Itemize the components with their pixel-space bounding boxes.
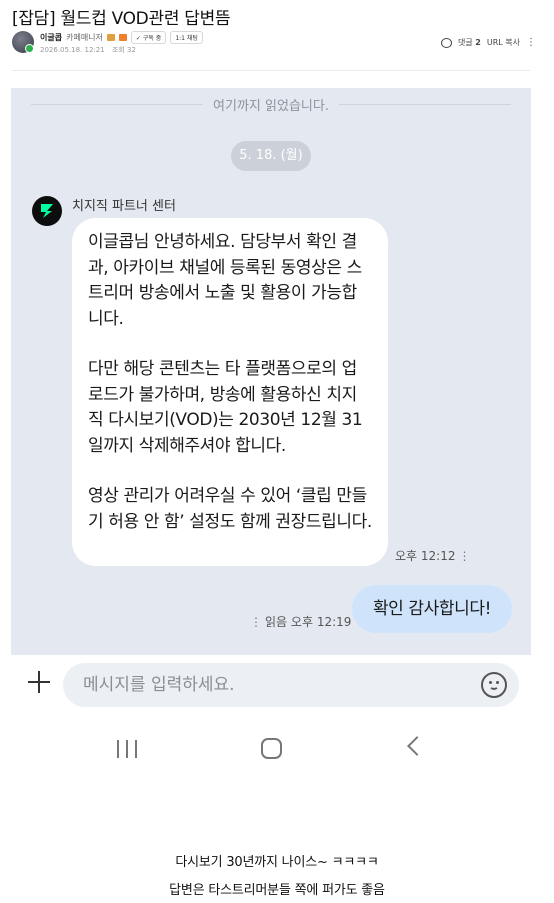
post-title: [잡담] 월드컵 VOD관련 답변뜸 bbox=[12, 9, 231, 29]
outgoing-message-status: ⋮ 읽음 오후 12:19 bbox=[250, 613, 351, 630]
post-meta: 2026.05.18. 12:21 조회 32 bbox=[40, 45, 141, 55]
back-icon[interactable] bbox=[407, 736, 427, 756]
incoming-time-text: 오후 12:12 bbox=[395, 549, 456, 563]
message-paragraph: 다만 해당 콘텐츠는 타 플랫폼으로의 업로드가 불가하며, 방송에 활용하신 … bbox=[88, 359, 363, 456]
author-name[interactable]: 이글콥 bbox=[40, 32, 62, 43]
subscribe-label: 구독 중 bbox=[142, 35, 162, 42]
add-attachment-icon[interactable] bbox=[26, 669, 52, 695]
emoji-icon[interactable] bbox=[481, 672, 507, 698]
outgoing-message-bubble[interactable]: 확인 감사합니다! bbox=[352, 585, 512, 633]
read-marker-text: 여기까지 읽었습니다. bbox=[203, 99, 339, 114]
post-header: [잡담] 월드컵 VOD관련 답변뜸 이글콥 카페매니저 ✓ 구독 중 1:1 … bbox=[0, 0, 554, 72]
post-date: 2026.05.18. 12:21 bbox=[40, 46, 105, 54]
home-icon[interactable] bbox=[261, 738, 282, 759]
manager-badge-icon bbox=[106, 34, 115, 41]
author-row: 이글콥 카페매니저 ✓ 구독 중 1:1 채팅 bbox=[40, 31, 203, 44]
date-divider: 5. 18. (월) bbox=[231, 141, 311, 171]
message-input[interactable] bbox=[63, 663, 519, 707]
chat-area[interactable]: 여기까지 읽었습니다. 5. 18. (월) 치지직 파트너 센터 이글콥님 안… bbox=[11, 88, 531, 655]
emoji-mouth bbox=[489, 683, 499, 690]
comment-label: 댓글 bbox=[458, 38, 473, 47]
comment-link[interactable]: 댓글 2 bbox=[458, 37, 481, 48]
chzzk-logo-icon bbox=[41, 204, 53, 218]
system-navigation-bar bbox=[0, 713, 554, 783]
author-role: 카페매니저 bbox=[66, 33, 103, 42]
comment-icon[interactable] bbox=[441, 37, 452, 48]
incoming-message-bubble[interactable]: 이글콥님 안녕하세요. 담당부서 확인 결과, 아카이브 채널에 등록된 동영상… bbox=[72, 218, 388, 566]
post-views: 조회 32 bbox=[111, 46, 136, 54]
incoming-message-time: 오후 12:12 ⋮ bbox=[395, 547, 470, 564]
message-input-bar bbox=[0, 655, 554, 713]
comment-count: 2 bbox=[475, 38, 481, 47]
read-marker: 여기까지 읽었습니다. bbox=[11, 95, 531, 114]
chat-button[interactable]: 1:1 채팅 bbox=[170, 31, 203, 44]
online-status-icon bbox=[25, 44, 34, 53]
post-actions: 댓글 2 URL 복사 ⋮ bbox=[441, 37, 536, 48]
message-paragraph: 이글콥님 안녕하세요. 담당부서 확인 결과, 아카이브 채널에 등록된 동영상… bbox=[88, 232, 362, 329]
copy-url-button[interactable]: URL 복사 bbox=[487, 37, 520, 48]
message-options-icon[interactable]: ⋮ bbox=[458, 549, 470, 563]
message-paragraph: 영상 관리가 어려우실 수 있어 ‘클립 만들기 허용 안 함’ 설정도 함께 … bbox=[88, 486, 372, 532]
bot-avatar[interactable] bbox=[32, 196, 62, 226]
outgoing-time: 오후 12:19 bbox=[290, 615, 352, 629]
more-icon[interactable]: ⋮ bbox=[526, 37, 536, 48]
message-options-icon[interactable]: ⋮ bbox=[250, 615, 262, 629]
read-status: 읽음 bbox=[265, 615, 288, 629]
header-divider bbox=[12, 70, 530, 71]
post-caption-line: 다시보기 30년까지 나이스~ ㅋㅋㅋㅋ bbox=[175, 855, 379, 870]
level-badge-icon bbox=[118, 34, 127, 41]
sender-name: 치지직 파트너 센터 bbox=[72, 199, 176, 214]
post-caption-line: 답변은 타스트리머분들 쪽에 퍼가도 좋음 bbox=[169, 883, 385, 898]
recent-apps-icon[interactable] bbox=[117, 740, 137, 758]
subscribe-button[interactable]: ✓ 구독 중 bbox=[130, 31, 167, 44]
